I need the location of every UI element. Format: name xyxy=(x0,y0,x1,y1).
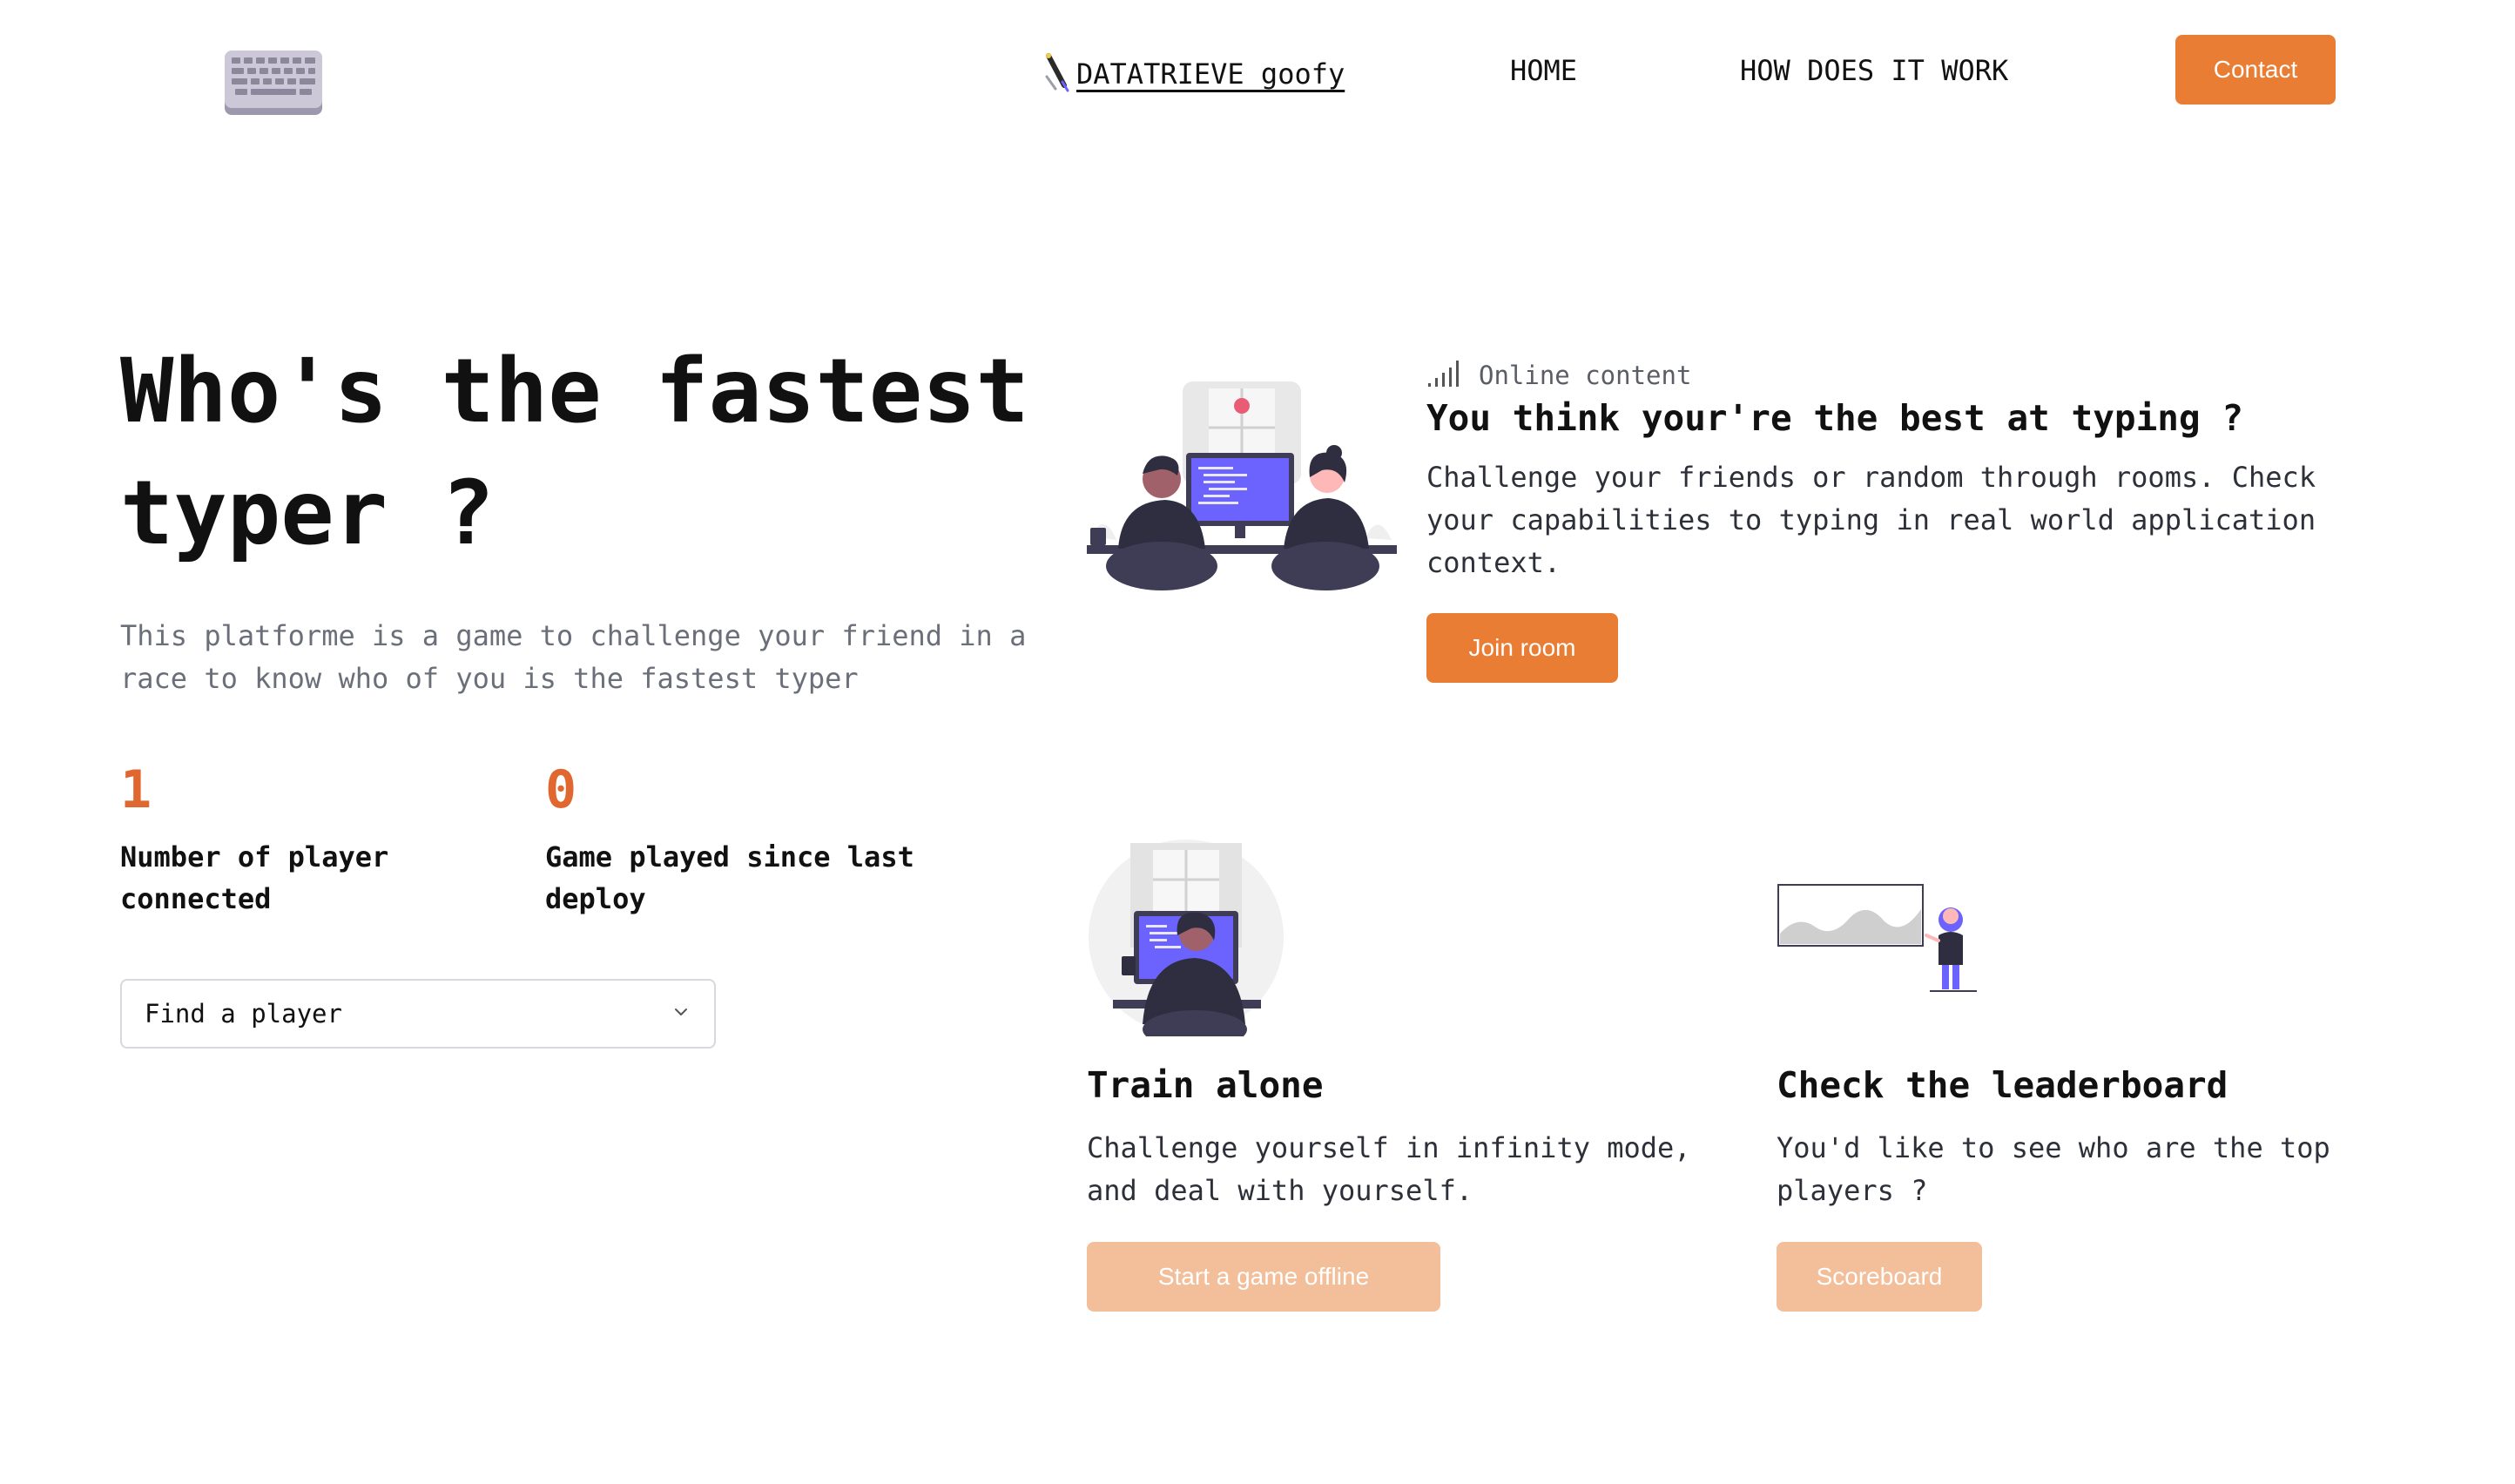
nav-home-link[interactable]: HOME xyxy=(1510,54,1577,87)
find-player-select[interactable]: Find a player xyxy=(120,979,716,1049)
brand-label: DATATRIEVE goofy xyxy=(1076,57,1345,91)
nav-how-it-works-link[interactable]: HOW DOES IT WORK xyxy=(1740,54,2008,87)
pen-icon xyxy=(1045,51,1073,98)
nav-brand-link[interactable]: DATATRIEVE goofy xyxy=(1045,51,1345,98)
chevron-down-icon xyxy=(671,999,691,1029)
scoreboard-button[interactable]: Scoreboard xyxy=(1777,1242,1982,1312)
train-card-description: Challenge yourself in infinity mode, and… xyxy=(1087,1131,1691,1207)
players-connected-label: Number of player connected xyxy=(120,840,389,915)
hero-title: Who's the fastest typer ? xyxy=(120,340,1029,565)
contact-button[interactable]: Contact xyxy=(2175,35,2336,105)
signal-bars-icon xyxy=(1426,359,1465,392)
find-player-value: Find a player xyxy=(145,999,342,1029)
person-presenting-chart-illustration xyxy=(1777,883,1979,993)
hero-subtitle: This platforme is a game to challenge yo… xyxy=(120,619,1027,695)
keyboard-logo-icon[interactable] xyxy=(223,49,324,118)
online-card-description: Challenge your friends or random through… xyxy=(1426,461,2316,579)
two-people-typing-illustration xyxy=(1087,380,1397,594)
train-card-title: Train alone xyxy=(1087,1064,1324,1106)
games-played-label: Game played since last deploy xyxy=(545,840,914,915)
leaderboard-card-title: Check the leaderboard xyxy=(1777,1064,2228,1106)
join-room-button[interactable]: Join room xyxy=(1426,613,1618,683)
start-offline-game-button[interactable]: Start a game offline xyxy=(1087,1242,1440,1312)
person-at-computer-illustration xyxy=(1087,838,1285,1049)
leaderboard-card-description: You'd like to see who are the top player… xyxy=(1777,1131,2330,1207)
games-played-count: 0 xyxy=(545,759,577,820)
online-content-badge: Online content xyxy=(1426,359,1691,392)
online-card-title: You think your're the best at typing ? xyxy=(1426,397,2243,439)
players-connected-count: 1 xyxy=(120,759,152,820)
online-content-label: Online content xyxy=(1479,361,1692,390)
